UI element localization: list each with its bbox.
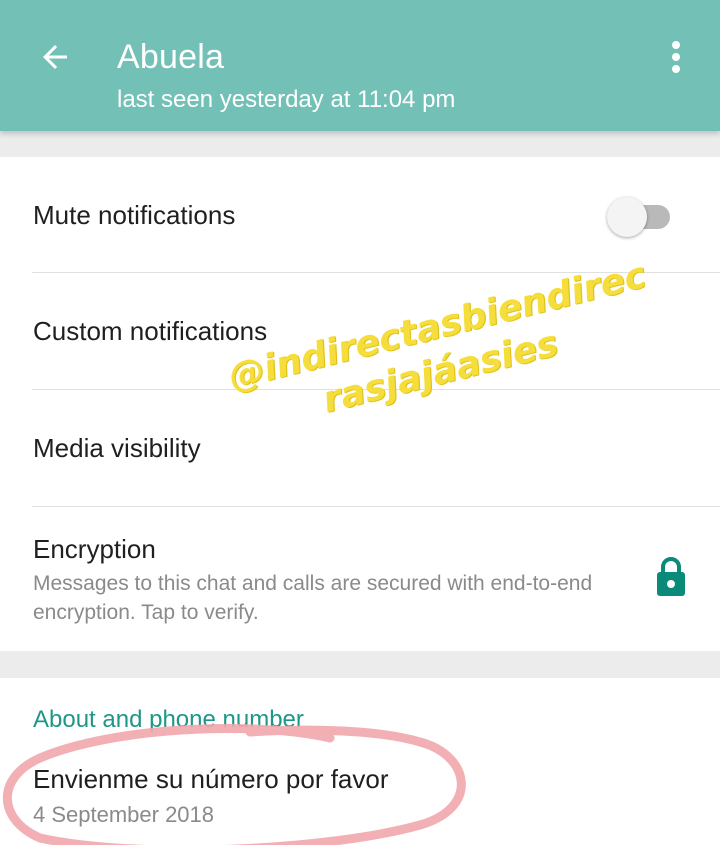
about-card: About and phone number Envienme su númer…: [0, 678, 720, 845]
media-visibility-label: Media visibility: [33, 433, 201, 463]
media-visibility-row[interactable]: Media visibility: [0, 390, 720, 507]
last-seen-status: last seen yesterday at 11:04 pm: [117, 86, 456, 113]
toggle-thumb: [607, 197, 647, 237]
app-bar: Abuela last seen yesterday at 11:04 pm: [0, 0, 720, 131]
custom-notifications-label: Custom notifications: [33, 316, 268, 346]
chat-settings-card: Mute notifications Custom notifications …: [0, 157, 720, 651]
arrow-back-icon: [43, 45, 67, 69]
mute-notifications-row[interactable]: Mute notifications: [0, 157, 720, 273]
about-status-date: 4 September 2018: [33, 802, 215, 827]
contact-name[interactable]: Abuela: [117, 38, 224, 77]
about-status-text[interactable]: Envienme su número por favor: [33, 764, 389, 795]
lock-icon: [657, 557, 685, 596]
more-options-button[interactable]: [656, 34, 696, 80]
mute-notifications-toggle[interactable]: [606, 197, 676, 237]
encryption-description: Messages to this chat and calls are secu…: [33, 572, 593, 624]
about-section-title: About and phone number: [33, 706, 304, 733]
more-vert-icon: [672, 41, 680, 73]
mute-notifications-label: Mute notifications: [33, 200, 236, 230]
encryption-label: Encryption: [33, 534, 156, 564]
back-button[interactable]: [30, 32, 80, 82]
custom-notifications-row[interactable]: Custom notifications: [0, 273, 720, 390]
